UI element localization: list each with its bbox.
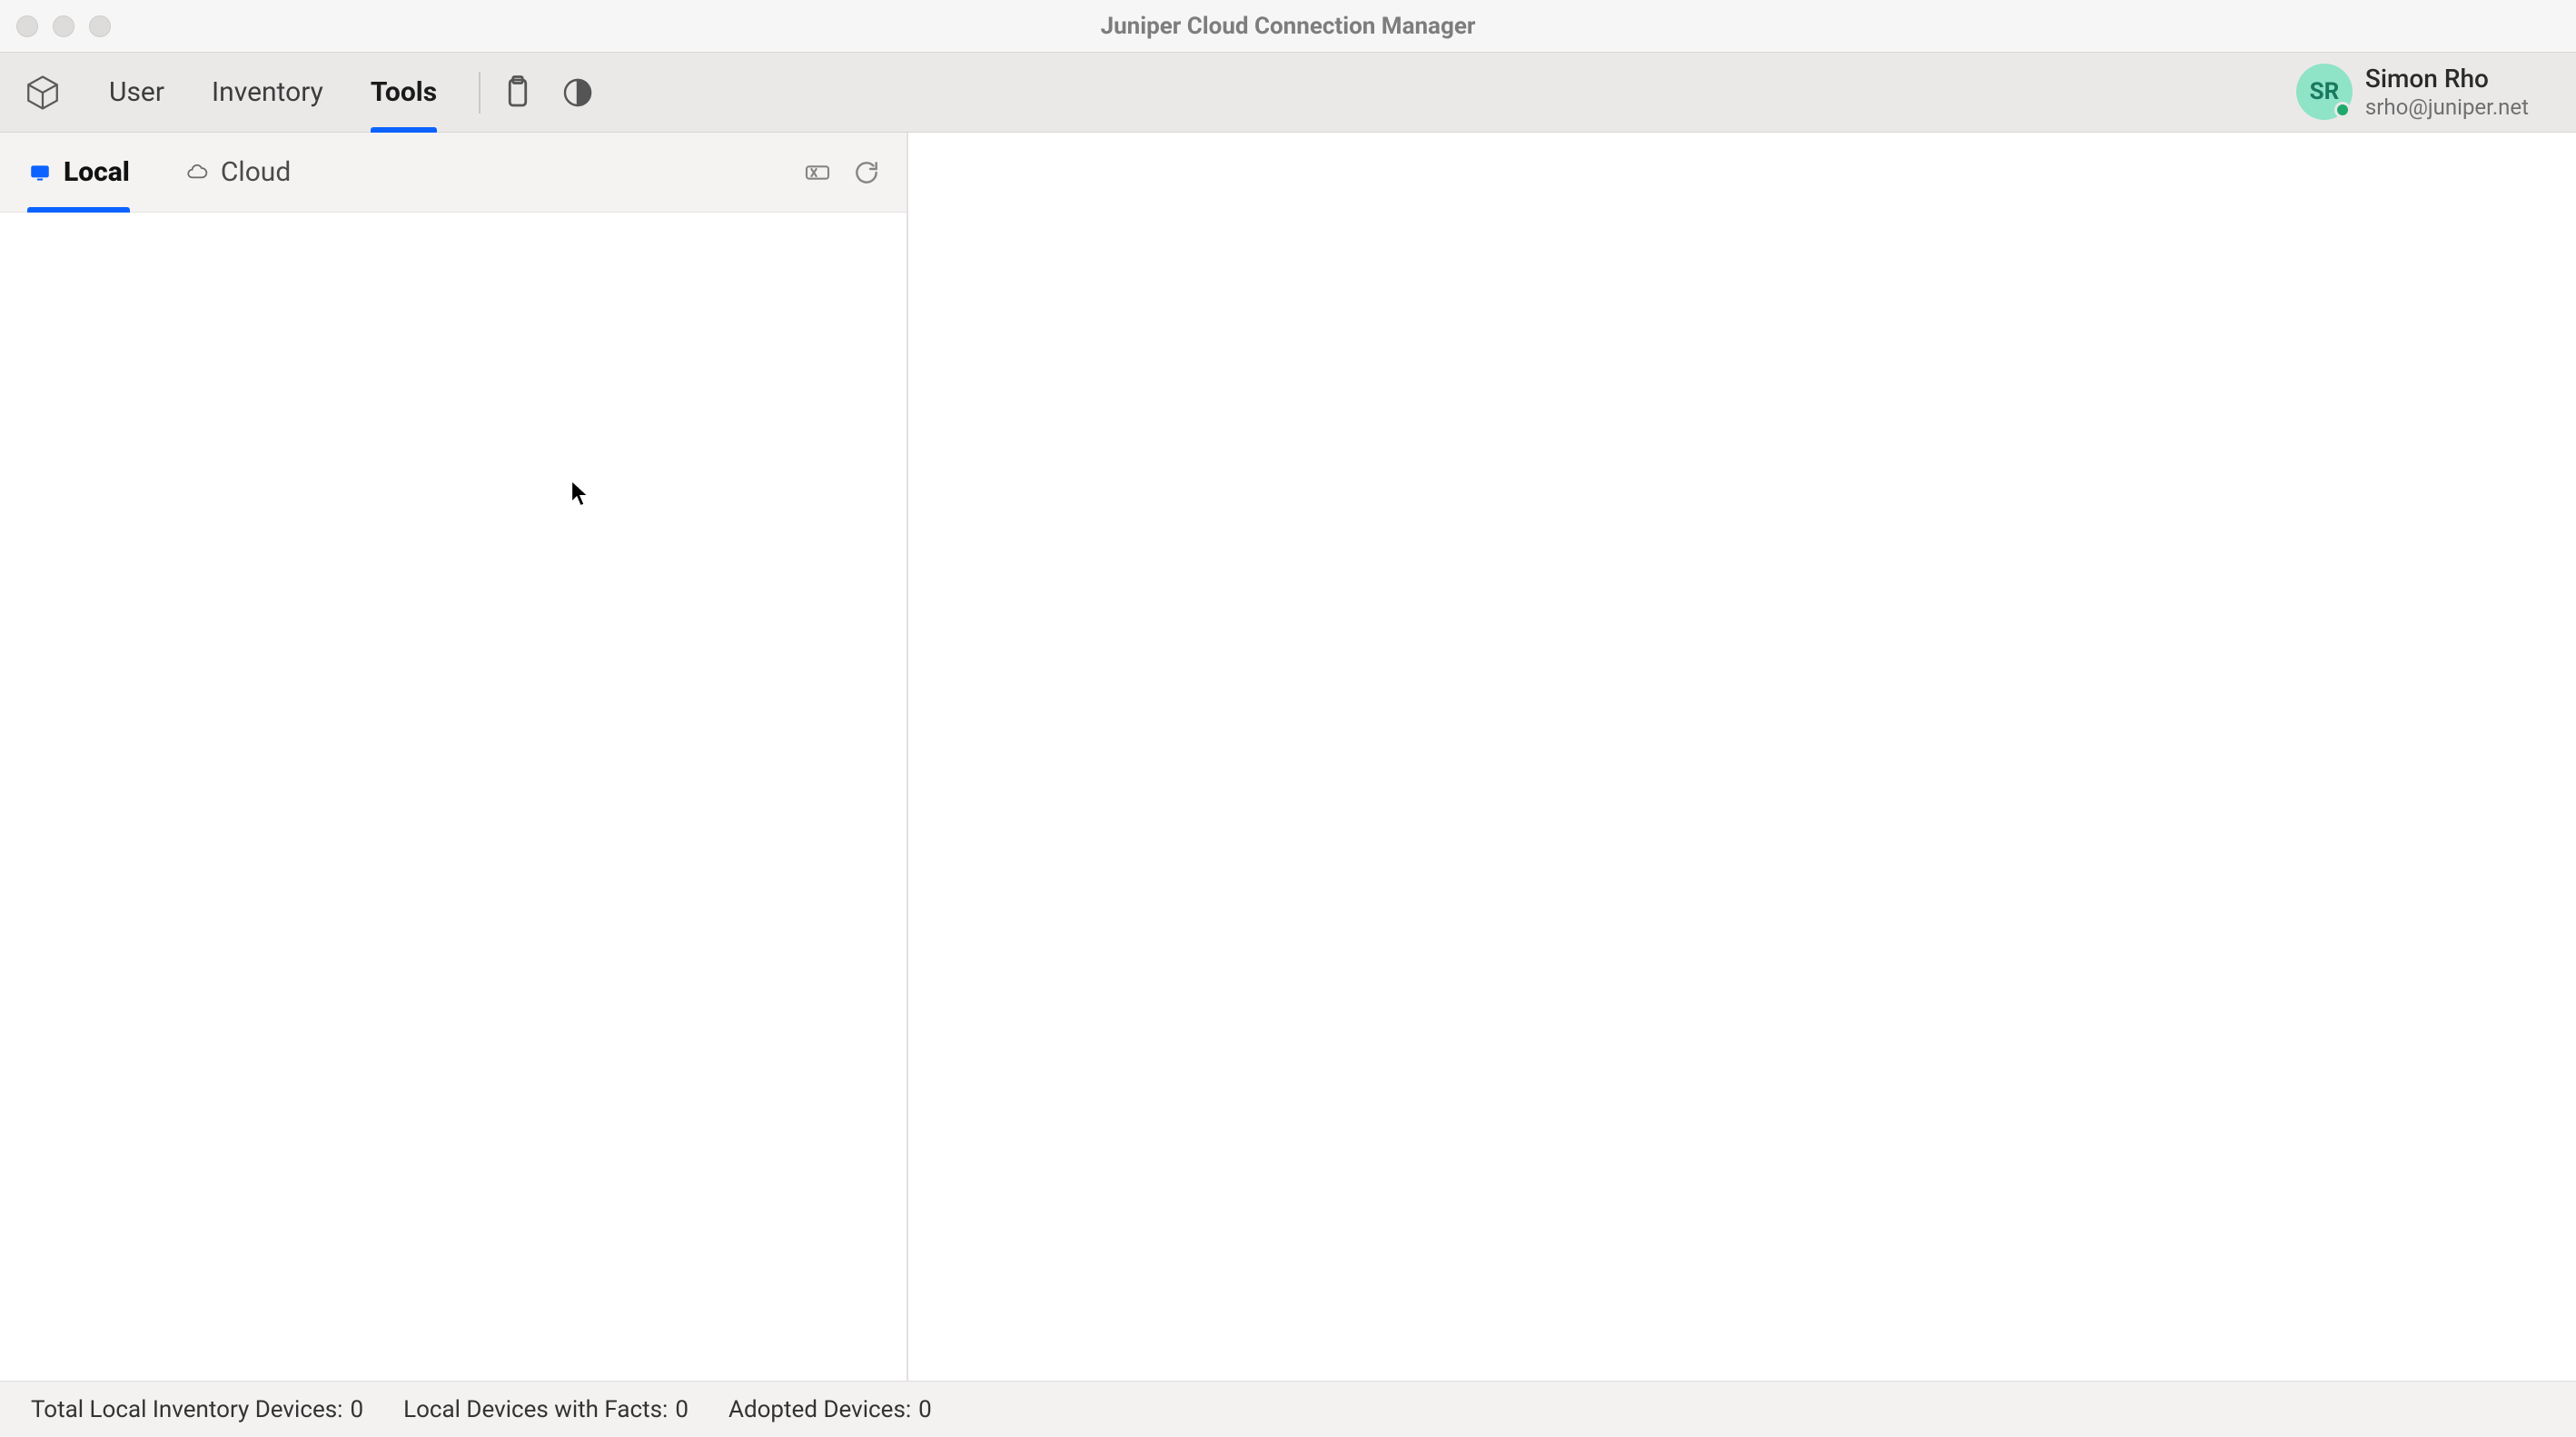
status-facts-devices: Local Devices with Facts: 0	[403, 1396, 689, 1423]
monitor-icon	[27, 160, 53, 185]
sub-tab-cloud-label: Cloud	[221, 156, 291, 188]
clipboard-icon[interactable]	[499, 74, 537, 112]
user-name: Simon Rho	[2365, 64, 2529, 94]
left-tabbar-actions	[803, 158, 907, 187]
status-facts-value: 0	[675, 1396, 689, 1423]
title-bar: Juniper Cloud Connection Manager	[0, 0, 2576, 53]
left-pane: Local Cloud	[0, 133, 908, 1381]
right-pane	[908, 133, 2576, 1381]
body-area: Local Cloud	[0, 133, 2576, 1381]
sub-tab-cloud[interactable]: Cloud	[157, 133, 318, 213]
status-total-label: Total Local Inventory Devices:	[31, 1396, 342, 1423]
status-adopted-label: Adopted Devices:	[728, 1396, 911, 1423]
status-total-value: 0	[350, 1396, 363, 1423]
sub-tab-local[interactable]: Local	[0, 133, 157, 213]
status-online-dot	[2334, 102, 2351, 118]
tab-user[interactable]: User	[85, 53, 188, 133]
fullscreen-window-button[interactable]	[89, 15, 111, 37]
close-window-button[interactable]	[16, 15, 38, 37]
tab-tools-label: Tools	[371, 76, 437, 108]
refresh-icon[interactable]	[852, 158, 881, 187]
cloud-icon	[184, 160, 210, 185]
avatar-initials: SR	[2310, 78, 2340, 105]
status-adopted-value: 0	[918, 1396, 932, 1423]
left-tabbar: Local Cloud	[0, 133, 907, 213]
avatar: SR	[2296, 64, 2353, 120]
user-email: srho@juniper.net	[2365, 94, 2529, 121]
cursor-pointer-icon	[570, 480, 590, 507]
user-meta: Simon Rho srho@juniper.net	[2365, 64, 2529, 120]
user-menu[interactable]: SR Simon Rho srho@juniper.net	[2296, 64, 2554, 120]
toolbar-actions	[499, 74, 597, 112]
left-content-area	[0, 213, 907, 1381]
toolbar: User Inventory Tools SR	[0, 53, 2576, 133]
sub-tab-local-label: Local	[64, 156, 130, 188]
tab-inventory[interactable]: Inventory	[188, 53, 347, 133]
status-adopted-devices: Adopted Devices: 0	[728, 1396, 932, 1423]
status-total-devices: Total Local Inventory Devices: 0	[31, 1396, 363, 1423]
status-bar: Total Local Inventory Devices: 0 Local D…	[0, 1381, 2576, 1437]
tab-tools[interactable]: Tools	[347, 53, 461, 133]
window-traffic-lights	[0, 15, 111, 37]
status-facts-label: Local Devices with Facts:	[403, 1396, 668, 1423]
theme-toggle-icon[interactable]	[559, 74, 597, 112]
tab-user-label: User	[109, 76, 164, 108]
main-tabs: User Inventory Tools	[85, 53, 461, 133]
toolbar-divider	[479, 72, 481, 114]
window-title: Juniper Cloud Connection Manager	[0, 13, 2576, 40]
tab-inventory-label: Inventory	[212, 76, 323, 108]
hide-panel-icon[interactable]	[803, 158, 832, 187]
minimize-window-button[interactable]	[53, 15, 74, 37]
app-logo-icon	[22, 72, 64, 114]
